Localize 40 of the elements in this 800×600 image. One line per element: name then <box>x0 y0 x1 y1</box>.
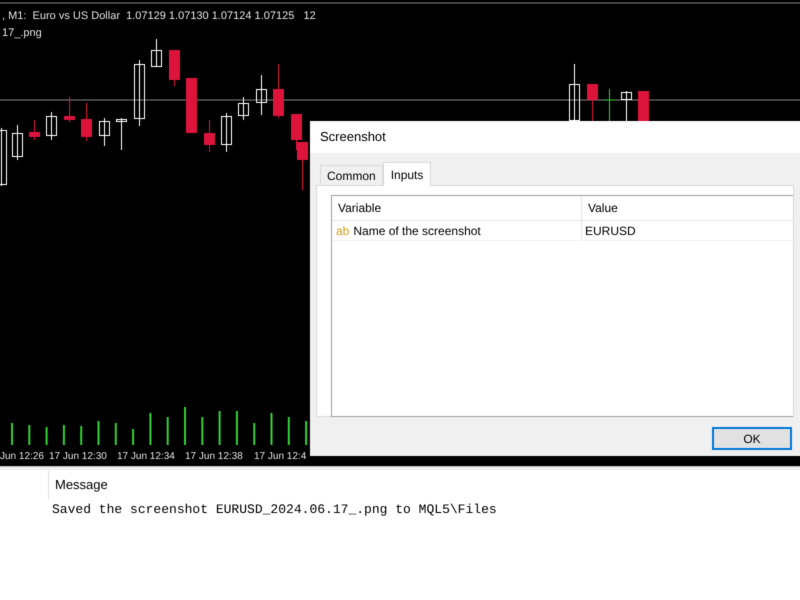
dialog-title: Screenshot <box>320 128 386 146</box>
candlestick <box>291 114 302 150</box>
time-axis-label: 17 Jun 12:30 <box>49 450 107 464</box>
candlestick <box>297 142 308 190</box>
candlestick <box>273 64 284 118</box>
candlestick <box>46 112 57 140</box>
time-axis-label: 17 Jun 12:4 <box>254 450 306 464</box>
candlestick <box>186 78 197 134</box>
candlestick <box>587 84 598 122</box>
tab[interactable]: Common <box>320 165 383 185</box>
time-axis-label: 17 Jun 12:34 <box>117 450 175 464</box>
candlestick <box>29 120 40 140</box>
column-header: Message <box>55 476 108 494</box>
tab[interactable]: Inputs <box>382 162 432 186</box>
chart-caption: 17_.png <box>2 26 42 41</box>
ok-button[interactable]: OK <box>712 427 792 450</box>
candlestick <box>638 90 649 122</box>
column-header: Value <box>587 200 619 217</box>
candlestick <box>134 60 145 126</box>
candlestick <box>81 102 92 142</box>
table-cell-text: EURUSD <box>584 222 637 240</box>
candlestick <box>238 96 249 120</box>
type-label: ab <box>336 222 350 240</box>
candlestick <box>204 120 215 152</box>
candlestick <box>221 112 232 152</box>
candlestick <box>0 128 7 186</box>
candlestick <box>64 96 75 122</box>
log-message: Saved the screenshot EURUSD_2024.06.17_.png to MQL5\Files <box>52 501 498 519</box>
table-cell-text: Name of the screenshot <box>353 222 481 240</box>
time-axis-label: 17 Jun 12:38 <box>185 450 243 464</box>
column-header: Variable <box>332 196 582 220</box>
candlestick <box>116 118 127 150</box>
candlestick <box>256 74 267 116</box>
candlestick <box>604 88 616 122</box>
time-axis-label: Jun 12:26 <box>0 450 44 464</box>
candlestick <box>12 124 23 160</box>
candlestick <box>151 38 162 68</box>
candlestick <box>99 118 110 146</box>
candlestick <box>169 50 180 86</box>
chart-header: , M1: Euro vs US Dollar 1.07129 1.07130 1.07124 1.07125 12 <box>2 9 316 24</box>
